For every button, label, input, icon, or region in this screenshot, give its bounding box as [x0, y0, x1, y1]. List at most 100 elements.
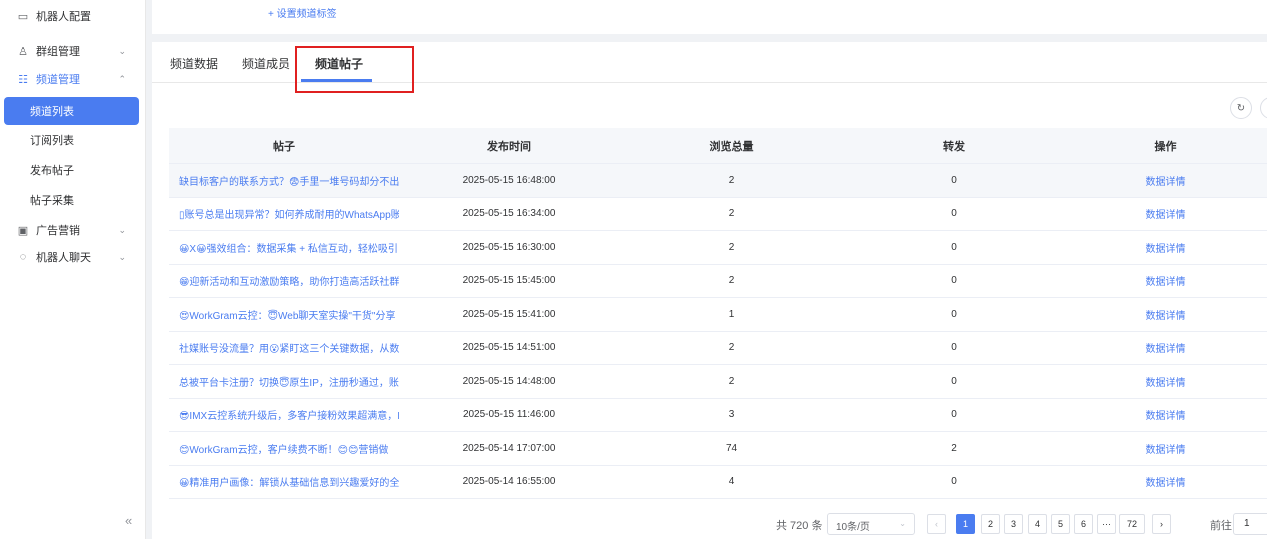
- data-details-link[interactable]: 数据详情: [1064, 441, 1267, 456]
- forward-count: 0: [951, 342, 957, 354]
- page-ellipsis-button[interactable]: ···: [1097, 514, 1116, 534]
- users-icon: ♙: [18, 45, 28, 58]
- forward-count: 0: [951, 375, 957, 387]
- sidebar-item-label: 帖子采集: [30, 195, 74, 207]
- publish-time: 2025-05-15 16:48:00: [462, 174, 556, 186]
- forward-count: 0: [951, 275, 957, 287]
- data-details-link[interactable]: 数据详情: [1064, 407, 1267, 422]
- table-row: 😊WorkGram云控，客户续费不断！😊😊营销做 2025-05-14 17:0…: [169, 432, 1267, 466]
- data-details-link[interactable]: 数据详情: [1064, 340, 1267, 355]
- data-details-link[interactable]: 数据详情: [1064, 474, 1267, 489]
- main-panel: 频道数据 频道成员 频道帖子 ↻ 帖子 发布时间 浏览总量 转发 操作 缺目标客…: [152, 42, 1267, 539]
- sidebar-item-ad-marketing[interactable]: ▣ 广告营销 ⌄: [0, 216, 146, 244]
- tab-channel-data[interactable]: 频道数据: [170, 55, 218, 72]
- publish-time: 2025-05-15 14:48:00: [462, 375, 556, 387]
- post-title-link[interactable]: 社媒账号没流量？用😮紧盯这三个关键数据，从数: [169, 340, 399, 355]
- chevron-down-icon: ⌄: [118, 251, 126, 262]
- sidebar-item-channel-list[interactable]: 频道列表: [4, 97, 139, 125]
- refresh-button[interactable]: ↻: [1230, 97, 1252, 119]
- table-row: 社媒账号没流量？用😮紧盯这三个关键数据，从数 2025-05-15 14:51:…: [169, 332, 1267, 365]
- post-title-link[interactable]: 😀X😀强效组合：数据采集 + 私信互动，轻松吸引: [169, 240, 399, 255]
- publish-time: 2025-05-14 16:55:00: [462, 476, 556, 488]
- sidebar-item-label: 频道管理: [36, 74, 80, 86]
- chevron-down-icon: ⌄: [899, 519, 906, 528]
- table-row: 总被平台卡注册？切换😇原生IP，注册秒通过，账 2025-05-15 14:48…: [169, 365, 1267, 399]
- sidebar-item-group-management[interactable]: ♙ 群组管理 ⌄: [0, 37, 146, 65]
- table-row: 😁迎新活动和互动激励策略，助你打造高活跃社群 2025-05-15 15:45:…: [169, 265, 1267, 298]
- sidebar-item-label: 广告营销: [36, 225, 80, 237]
- sidebar-item-label: 机器人聊天: [36, 252, 91, 264]
- post-title-link[interactable]: 缺目标客户的联系方式？😨手里一堆号码却分不出: [169, 173, 399, 188]
- page-size-select[interactable]: 10条/页 ⌄: [827, 513, 915, 535]
- column-header-views: 浏览总量: [709, 140, 754, 153]
- column-header-forwards: 转发: [943, 140, 965, 153]
- set-channel-tag-link[interactable]: + 设置频道标签: [268, 5, 337, 20]
- column-header-time: 发布时间: [487, 140, 531, 153]
- sidebar-item-robot-config[interactable]: ▭ 机器人配置: [0, 2, 146, 30]
- sidebar-item-post-collection[interactable]: 帖子采集: [0, 186, 146, 214]
- forward-count: 0: [951, 174, 957, 186]
- sidebar-item-label: 频道列表: [30, 106, 74, 118]
- chevron-down-icon: ⌄: [118, 45, 126, 56]
- forward-count: 2: [951, 442, 957, 454]
- page-button-6[interactable]: 6: [1074, 514, 1093, 534]
- view-count: 2: [728, 208, 735, 220]
- post-title-link[interactable]: 😁迎新活动和互动激励策略，助你打造高活跃社群: [169, 273, 399, 288]
- post-title-link[interactable]: 总被平台卡注册？切换😇原生IP，注册秒通过，账: [169, 374, 399, 389]
- forward-count: 0: [951, 208, 957, 220]
- publish-time: 2025-05-15 16:30:00: [462, 241, 556, 253]
- data-details-link[interactable]: 数据详情: [1064, 173, 1267, 188]
- chevron-down-icon: ⌄: [118, 224, 126, 235]
- page-size-value: 10条/页: [836, 522, 870, 533]
- post-title-link[interactable]: 😊WorkGram云控，客户续费不断！😊😊营销做: [169, 441, 399, 456]
- goto-label: 前往: [1210, 520, 1232, 532]
- collapse-sidebar-button[interactable]: «: [125, 513, 132, 528]
- publish-time: 2025-05-14 17:07:00: [462, 442, 556, 454]
- table-row: 😀X😀强效组合：数据采集 + 私信互动，轻松吸引 2025-05-15 16:3…: [169, 231, 1267, 265]
- table-row: 😀精准用户画像：解锁从基础信息到兴趣爱好的全 2025-05-14 16:55:…: [169, 466, 1267, 499]
- posts-table: 帖子 发布时间 浏览总量 转发 操作 缺目标客户的联系方式？😨手里一堆号码却分不…: [169, 128, 1267, 499]
- sidebar-item-label: 发布帖子: [30, 165, 74, 177]
- post-title-link[interactable]: 😍WorkGram云控：😇Web聊天室实操"干货"分享: [169, 307, 399, 322]
- view-count: 1: [728, 308, 735, 320]
- goto-page-input[interactable]: 1: [1233, 513, 1267, 535]
- prev-page-button[interactable]: ‹: [927, 514, 946, 534]
- page-button-3[interactable]: 3: [1004, 514, 1023, 534]
- view-count: 74: [725, 442, 738, 454]
- data-details-link[interactable]: 数据详情: [1064, 374, 1267, 389]
- column-header-post: 帖子: [273, 140, 295, 153]
- table-row: ▯账号总是出现异常？如何养成耐用的WhatsApp账 2025-05-15 16…: [169, 198, 1267, 231]
- total-count: 共 720 条: [776, 520, 823, 532]
- post-title-link[interactable]: 😎IMX云控系统升级后，多客户接粉效果超满意，I: [169, 407, 399, 422]
- post-title-link[interactable]: ▯账号总是出现异常？如何养成耐用的WhatsApp账: [169, 206, 399, 221]
- page-button-1[interactable]: 1: [956, 514, 975, 534]
- publish-time: 2025-05-15 14:51:00: [462, 342, 556, 354]
- view-count: 3: [728, 409, 735, 421]
- data-details-link[interactable]: 数据详情: [1064, 307, 1267, 322]
- post-title-link[interactable]: 😀精准用户画像：解锁从基础信息到兴趣爱好的全: [169, 474, 399, 489]
- refresh-icon: ↻: [1236, 102, 1246, 114]
- page-button-4[interactable]: 4: [1028, 514, 1047, 534]
- settings-button[interactable]: [1260, 97, 1267, 119]
- sidebar-item-subscription-list[interactable]: 订阅列表: [0, 126, 146, 154]
- forward-count: 0: [951, 308, 957, 320]
- forward-count: 0: [951, 476, 957, 488]
- data-details-link[interactable]: 数据详情: [1064, 273, 1267, 288]
- tab-channel-members[interactable]: 频道成员: [242, 55, 290, 72]
- forward-count: 0: [951, 241, 957, 253]
- sidebar-item-label: 群组管理: [36, 46, 80, 58]
- data-details-link[interactable]: 数据详情: [1064, 206, 1267, 221]
- chat-icon: ◌: [19, 251, 27, 263]
- data-details-link[interactable]: 数据详情: [1064, 240, 1267, 255]
- column-header-action: 操作: [1154, 140, 1177, 153]
- publish-time: 2025-05-15 16:34:00: [462, 208, 556, 220]
- page-button-5[interactable]: 5: [1051, 514, 1070, 534]
- view-count: 2: [728, 375, 735, 387]
- table-row: 😎IMX云控系统升级后，多客户接粉效果超满意，I 2025-05-15 11:4…: [169, 399, 1267, 432]
- page-button-72[interactable]: 72: [1119, 514, 1145, 534]
- page-button-2[interactable]: 2: [981, 514, 1000, 534]
- sidebar-item-channel-management[interactable]: ☷ 频道管理 ⌃: [0, 65, 146, 93]
- sidebar-item-publish-post[interactable]: 发布帖子: [0, 156, 146, 184]
- sidebar-item-robot-chat[interactable]: ◌ 机器人聊天 ⌄: [0, 243, 146, 271]
- next-page-button[interactable]: ›: [1152, 514, 1171, 534]
